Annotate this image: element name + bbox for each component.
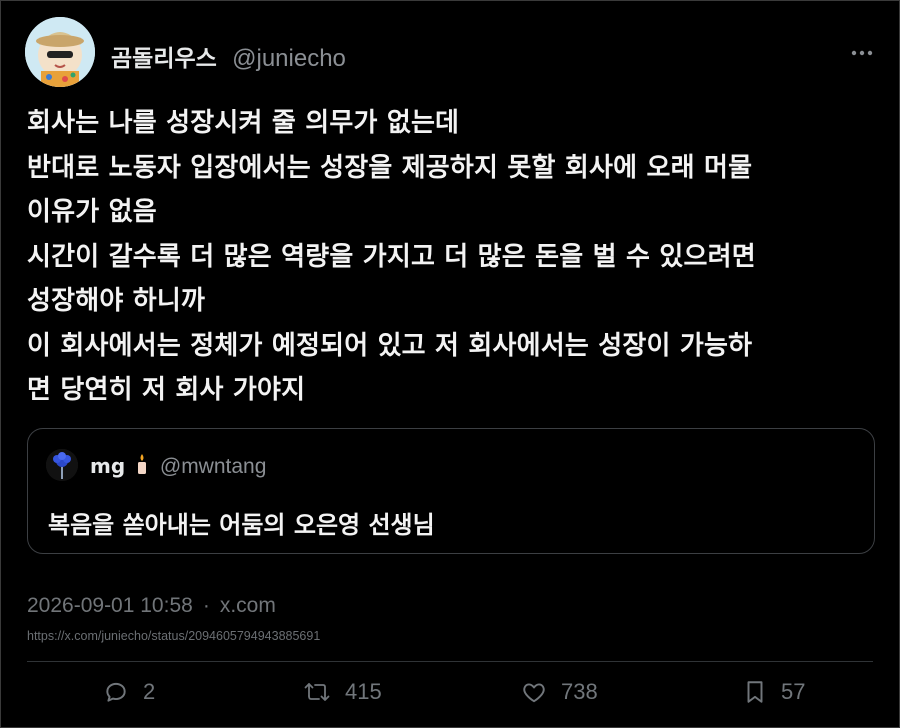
repost-count: 415: [345, 679, 382, 704]
author-display-name[interactable]: 곰돌리우스: [111, 46, 217, 72]
blue-flower-avatar-icon: [46, 449, 78, 481]
bookmark-button[interactable]: 57: [743, 679, 805, 705]
status-url[interactable]: https://x.com/juniecho/status/2094605794…: [27, 629, 320, 643]
cartoon-character-avatar-icon: [25, 17, 95, 87]
author-handle[interactable]: @juniecho: [232, 45, 346, 72]
more-dots-icon: [851, 50, 873, 56]
author-avatar[interactable]: [25, 17, 95, 87]
reply-button[interactable]: 2: [103, 679, 155, 705]
bookmark-icon: [747, 681, 763, 703]
quote-handle[interactable]: @mwntang: [160, 455, 267, 478]
quote-name-row: mg @mwntang: [90, 453, 266, 480]
action-bar: 2 415 738 57: [1, 669, 900, 719]
bookmark-count: 57: [781, 679, 806, 704]
quote-author-avatar[interactable]: [46, 449, 78, 481]
author-name-row: 곰돌리우스 @juniecho: [111, 39, 346, 73]
more-options-button[interactable]: [845, 43, 879, 63]
candle-icon: [136, 453, 148, 480]
quote-text: 복음을 쏟아내는 어둠의 오은영 선생님: [48, 511, 435, 539]
reply-icon: [106, 682, 126, 702]
quote-display-name[interactable]: mg: [90, 454, 125, 478]
reply-count: 2: [143, 679, 156, 704]
repost-icon: [304, 683, 330, 701]
tweet-header: 곰돌리우스 @juniecho: [25, 17, 879, 91]
quoted-tweet[interactable]: mg @mwntang 복음을 쏟아내는 어둠의 오은영 선생님: [27, 428, 875, 554]
repost-button[interactable]: 415: [303, 679, 382, 705]
like-button[interactable]: 738: [521, 679, 598, 705]
source-link[interactable]: x.com: [220, 594, 276, 617]
heart-icon: [523, 683, 545, 703]
meta-separator: ·: [202, 594, 210, 617]
actions-divider: [27, 661, 873, 662]
tweet-text: 회사는 나를 성장시켜 줄 의무가 없는데 반대로 노동자 입장에서는 성장을 …: [27, 108, 756, 405]
tweet-window: 곰돌리우스 @juniecho 회사는 나를 성장시켜 줄 의무가 없는데 반대…: [0, 0, 900, 728]
timestamp[interactable]: 2026-09-01 10:58: [27, 594, 193, 617]
like-count: 738: [561, 679, 598, 704]
tweet-meta: 2026-09-01 10:58 · x.com: [27, 594, 276, 618]
